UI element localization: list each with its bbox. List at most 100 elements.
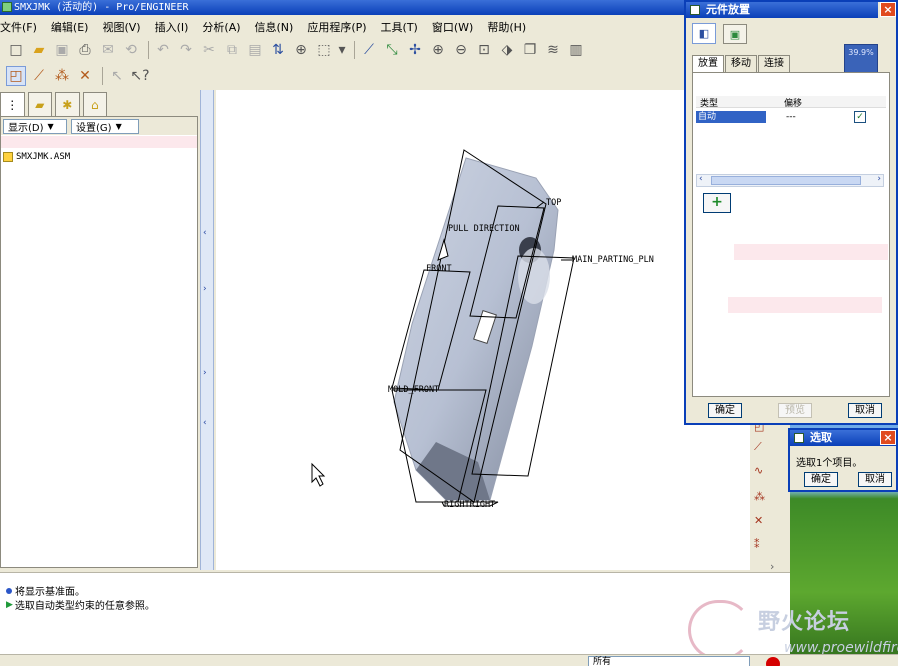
- close-icon[interactable]: ×: [880, 430, 896, 445]
- point-tool-icon[interactable]: ⁂: [754, 490, 765, 503]
- constraint-table-header: 类型 偏移: [696, 96, 886, 109]
- refit-icon[interactable]: ⊡: [474, 40, 494, 60]
- menu-window[interactable]: 窗口(W): [432, 19, 473, 35]
- model-display-icon[interactable]: ▥: [566, 40, 586, 60]
- tab-move[interactable]: 移动: [725, 55, 757, 72]
- constraint-type-cell[interactable]: 自动: [696, 111, 766, 123]
- zoom-in-icon[interactable]: ⊕: [428, 40, 448, 60]
- send-mail-icon[interactable]: ✉: [98, 40, 118, 60]
- favorites-tab-icon[interactable]: ✱: [55, 92, 80, 116]
- view-manager-icon[interactable]: ❐: [520, 40, 540, 60]
- copy-icon[interactable]: ⧉: [222, 40, 242, 60]
- component-placement-dialog: 元件放置 × ◧ ▣ 39.9% 放置 移动 连接 类型 偏移 自动 --- ✓…: [684, 0, 898, 425]
- tree-item-root-assembly[interactable]: SMXJMK.ASM: [3, 152, 70, 162]
- connections-tab-icon[interactable]: ⌂: [82, 92, 107, 116]
- constraint-enabled-checkbox[interactable]: ✓: [854, 111, 866, 123]
- expand-right-icon[interactable]: ›: [203, 284, 207, 294]
- stop-regeneration-icon[interactable]: [766, 657, 780, 666]
- constraint-table: 类型 偏移 自动 --- ✓ ‹ ›: [696, 96, 886, 188]
- window-title: SMXJMK (活动的) - Pro/ENGINEER: [14, 2, 189, 13]
- orient-icon[interactable]: ⤡: [382, 40, 402, 60]
- menu-file[interactable]: 文件(F): [0, 19, 37, 35]
- save-icon[interactable]: ▣: [52, 40, 72, 60]
- graphics-window[interactable]: TOP PULL DIRECTION MAIN_PARTING_PLN FRON…: [216, 90, 750, 570]
- regen-model-icon[interactable]: ⇅: [268, 40, 288, 60]
- menu-view[interactable]: 视图(V): [102, 19, 140, 35]
- menu-help[interactable]: 帮助(H): [487, 19, 526, 35]
- placement-mode-icon[interactable]: ◧: [692, 23, 716, 44]
- axis-tool-icon[interactable]: ⟋: [754, 440, 762, 454]
- settings-dropdown[interactable]: 设置(G) ▼: [71, 118, 139, 134]
- chevron-down-icon[interactable]: ▾: [337, 40, 347, 60]
- scroll-left-icon[interactable]: ‹: [699, 174, 703, 184]
- constraint-table-scrollbar[interactable]: ‹ ›: [696, 174, 884, 187]
- csys-display-icon[interactable]: ✕: [75, 66, 95, 86]
- model-tree-tab-icon[interactable]: ⋮: [0, 92, 25, 116]
- show-dropdown[interactable]: 显示(D) ▼: [3, 118, 67, 134]
- collapse-left-icon[interactable]: ‹: [203, 418, 207, 428]
- menu-applications[interactable]: 应用程序(P): [307, 19, 366, 35]
- model-viewport[interactable]: [216, 90, 750, 570]
- scroll-right-icon[interactable]: ›: [877, 174, 881, 184]
- tab-placement[interactable]: 放置: [692, 55, 724, 72]
- chevron-down-icon: ▼: [47, 121, 54, 131]
- open-icon[interactable]: ▰: [29, 40, 49, 60]
- folder-browser-tab-icon[interactable]: ▰: [27, 92, 52, 116]
- model-tree-panel: 显示(D) ▼ 设置(G) ▼ SMXJMK.ASM: [0, 116, 198, 568]
- separate-window-icon[interactable]: ▣: [723, 24, 747, 44]
- message-line-2: ▶ 选取自动类型约束的任意参照。: [6, 597, 155, 613]
- find-icon[interactable]: ⊕: [291, 40, 311, 60]
- undo-icon[interactable]: ↶: [153, 40, 173, 60]
- select-box-icon[interactable]: ⬚: [314, 40, 334, 60]
- datum-label-right: RIGHTRIGHT: [444, 500, 496, 510]
- point-display-icon[interactable]: ⁂: [52, 66, 72, 86]
- selection-filter-dropdown[interactable]: 所有: [588, 656, 750, 666]
- select-cancel-button[interactable]: 取消: [858, 472, 892, 487]
- repaint-icon[interactable]: ⟋: [359, 40, 379, 60]
- context-help-icon[interactable]: ↖?: [130, 66, 150, 86]
- dialog-app-icon: [690, 5, 700, 15]
- sketch-curve-icon[interactable]: ∿: [754, 464, 763, 477]
- axis-display-icon[interactable]: ⟋: [29, 66, 49, 86]
- expand-right-icon[interactable]: ›: [203, 368, 207, 378]
- constraint-row[interactable]: 自动 --- ✓: [696, 110, 886, 124]
- select-dialog: 选取 × 选取1个项目。 确定 取消: [788, 428, 898, 492]
- ok-button[interactable]: 确定: [708, 403, 742, 418]
- cancel-button[interactable]: 取消: [848, 403, 882, 418]
- menu-edit[interactable]: 编辑(E): [51, 19, 89, 35]
- saved-views-icon[interactable]: ⬗: [497, 40, 517, 60]
- menu-analysis[interactable]: 分析(A): [202, 19, 240, 35]
- preview-button[interactable]: 预览: [778, 403, 812, 418]
- constraint-reference-field-2[interactable]: [728, 297, 882, 313]
- print-icon[interactable]: ⎙: [75, 40, 95, 60]
- paste-icon[interactable]: ▤: [245, 40, 265, 60]
- constraint-offset-cell[interactable]: ---: [766, 112, 846, 122]
- plane-display-icon[interactable]: ◰: [6, 66, 26, 86]
- scrollbar-thumb[interactable]: [711, 176, 861, 185]
- add-constraint-button[interactable]: +: [703, 193, 731, 213]
- zoom-out-icon[interactable]: ⊖: [451, 40, 471, 60]
- tab-connect[interactable]: 连接: [758, 55, 790, 72]
- new-icon[interactable]: □: [6, 40, 26, 60]
- menu-insert[interactable]: 插入(I): [155, 19, 189, 35]
- dialog-titlebar: 元件放置: [686, 2, 878, 18]
- select-ok-button[interactable]: 确定: [804, 472, 838, 487]
- regenerate-icon[interactable]: ⟲: [121, 40, 141, 60]
- dialog-title: 元件放置: [706, 3, 750, 16]
- collapse-left-icon[interactable]: ‹: [203, 228, 207, 238]
- spin-center-icon[interactable]: ✢: [405, 40, 425, 60]
- close-icon[interactable]: ×: [880, 2, 896, 17]
- analysis-tool-icon[interactable]: ⁑: [754, 538, 760, 551]
- menu-tools[interactable]: 工具(T): [381, 19, 418, 35]
- csys-tool-icon[interactable]: ✕: [754, 514, 763, 527]
- pointer-icon[interactable]: ↖: [107, 66, 127, 86]
- layers-icon[interactable]: ≋: [543, 40, 563, 60]
- status-bar: [0, 654, 898, 666]
- constraint-reference-field-1[interactable]: [734, 244, 888, 260]
- cut-icon[interactable]: ✂: [199, 40, 219, 60]
- panel-splitter[interactable]: ‹ › › ‹: [200, 90, 214, 570]
- toolbar-separator: [148, 41, 149, 59]
- message-text-2: 选取自动类型约束的任意参照。: [14, 601, 155, 612]
- menu-info[interactable]: 信息(N): [255, 19, 294, 35]
- redo-icon[interactable]: ↷: [176, 40, 196, 60]
